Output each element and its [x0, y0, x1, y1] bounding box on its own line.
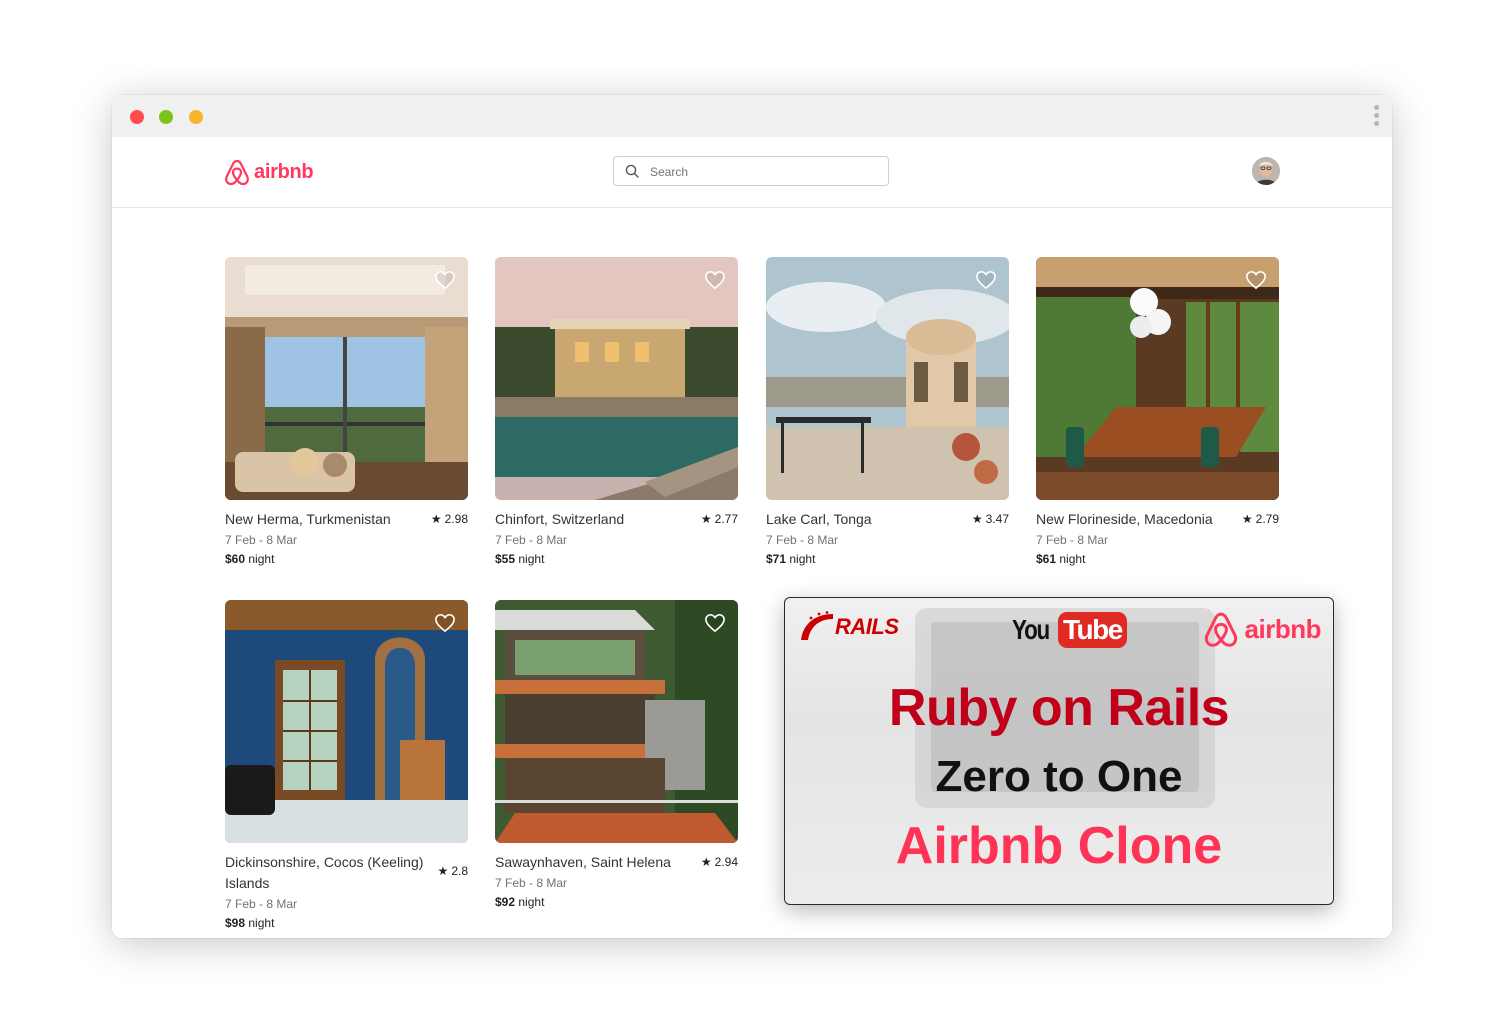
star-icon: ★ — [700, 512, 712, 526]
listing-location: Lake Carl, Tonga — [766, 511, 872, 527]
listing-photo[interactable] — [495, 257, 738, 500]
listing-dates: 7 Feb - 8 Mar — [495, 533, 568, 547]
listing-photo[interactable] — [766, 257, 1009, 500]
promo-airbnb-logo: airbnb — [1203, 610, 1322, 648]
star-icon: ★ — [971, 512, 983, 526]
listing-card[interactable]: New Herma, Turkmenistan ★ 2.98 7 Feb - 8 … — [225, 257, 468, 568]
avatar[interactable] — [1252, 157, 1280, 185]
listing-location: New Herma, Turkmenistan — [225, 511, 391, 527]
listing-dates: 7 Feb - 8 Mar — [1036, 533, 1109, 547]
listing-rating: ★ 2.94 — [700, 855, 738, 869]
listing-dates: 7 Feb - 8 Mar — [766, 533, 839, 547]
promo-headline: Ruby on Rails — [888, 679, 1230, 737]
star-icon: ★ — [430, 512, 442, 526]
youtube-you-text: You — [1012, 614, 1050, 645]
star-icon: ★ — [700, 855, 712, 869]
listing-location: Dickinsonshire, Cocos (Keeling) Islands — [225, 854, 424, 891]
listing-rating: ★ 2.79 — [1241, 512, 1279, 526]
listing-photo[interactable] — [225, 600, 468, 843]
listing-rating: ★ 2.77 — [700, 512, 738, 526]
rails-text: RAILS — [835, 614, 899, 639]
listing-price: $71 night — [766, 552, 816, 566]
youtube-logo: You Tube — [1012, 612, 1127, 648]
listing-rating: ★ 2.8 — [437, 864, 468, 878]
rails-logo: RAILS — [799, 610, 899, 640]
minimize-window-button[interactable] — [189, 110, 203, 124]
listing-photo[interactable] — [225, 257, 468, 500]
listing-rating: ★ 2.98 — [430, 512, 468, 526]
listing-price: $60 night — [225, 552, 275, 566]
promo-subheadline: Zero to One — [935, 752, 1183, 801]
listing-card[interactable]: Lake Carl, Tonga ★ 3.47 7 Feb - 8 Mar $71… — [766, 257, 1009, 568]
listing-location: Sawaynhaven, Saint Helena — [495, 854, 671, 870]
heart-icon[interactable] — [975, 270, 997, 290]
listing-price: $61 night — [1036, 552, 1086, 566]
heart-icon[interactable] — [704, 270, 726, 290]
search-bar[interactable] — [613, 156, 889, 186]
airbnb-logo[interactable]: airbnb — [224, 157, 314, 187]
heart-icon[interactable] — [1245, 270, 1267, 290]
listing-dates: 7 Feb - 8 Mar — [225, 897, 298, 911]
promo-airbnb-text: airbnb — [1244, 613, 1322, 644]
top-navbar: airbnb — [112, 137, 1392, 208]
listing-location: New Florineside, Macedonia — [1036, 511, 1213, 527]
airbnb-belo-icon — [1204, 612, 1237, 647]
star-icon: ★ — [437, 864, 449, 878]
search-icon — [625, 164, 639, 178]
listing-dates: 7 Feb - 8 Mar — [495, 876, 568, 890]
rails-arc-icon — [801, 611, 833, 640]
listing-photo[interactable] — [495, 600, 738, 843]
listing-card[interactable]: Chinfort, Switzerland ★ 2.77 7 Feb - 8 Ma… — [495, 257, 738, 568]
promo-tagline: Airbnb Clone — [895, 817, 1223, 875]
heart-icon[interactable] — [704, 613, 726, 633]
listing-price: $55 night — [495, 552, 545, 566]
listing-rating: ★ 3.47 — [971, 512, 1009, 526]
close-window-button[interactable] — [130, 110, 144, 124]
browser-titlebar — [112, 95, 1392, 137]
star-icon: ★ — [1241, 512, 1253, 526]
heart-icon[interactable] — [434, 613, 456, 633]
listing-card[interactable]: New Florineside, Macedonia ★ 2.79 7 Feb -… — [1036, 257, 1279, 568]
listing-price: $92 night — [495, 895, 545, 909]
listing-location: Chinfort, Switzerland — [495, 511, 625, 527]
heart-icon[interactable] — [434, 270, 456, 290]
more-options-icon[interactable] — [1372, 105, 1380, 129]
maximize-window-button[interactable] — [159, 110, 173, 124]
airbnb-belo-icon — [225, 159, 249, 186]
youtube-tube-text: Tube — [1058, 612, 1127, 648]
search-input[interactable] — [648, 161, 882, 183]
listing-photo[interactable] — [1036, 257, 1279, 500]
listing-price: $98 night — [225, 916, 275, 930]
browser-window: airbnb Search New Herma, Turkmenistan ★ … — [112, 95, 1392, 938]
promo-banner: RAILS You Tube airbnb Ruby on Rails Zero… — [784, 597, 1334, 905]
listing-dates: 7 Feb - 8 Mar — [225, 533, 298, 547]
listing-card[interactable]: Dickinsonshire, Cocos (Keeling) Islands … — [225, 600, 468, 932]
logo-text: airbnb — [254, 160, 314, 183]
listing-card[interactable]: Sawaynhaven, Saint Helena ★ 2.94 7 Feb - … — [495, 600, 738, 911]
